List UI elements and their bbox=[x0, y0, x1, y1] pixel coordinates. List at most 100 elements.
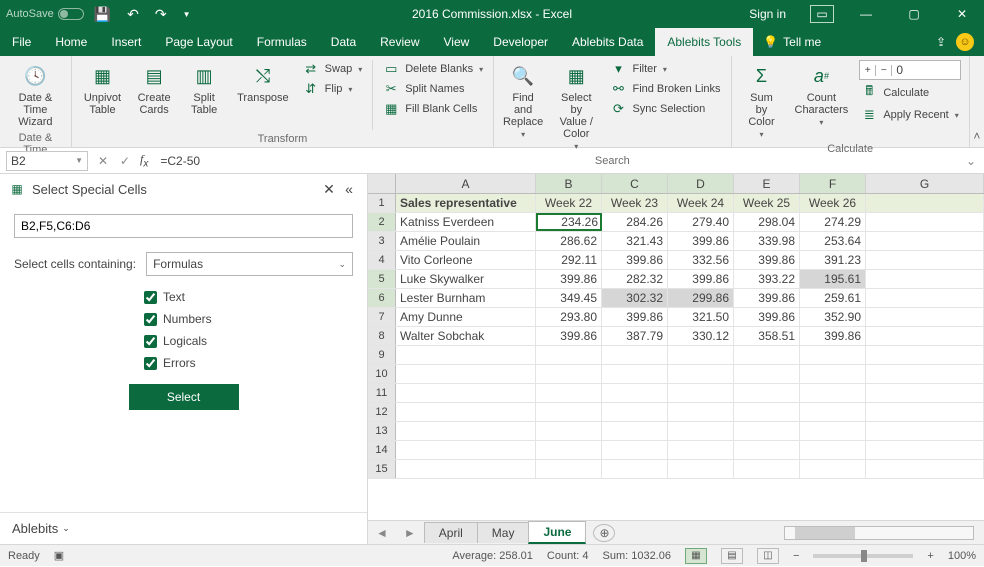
fx-icon[interactable]: fx bbox=[140, 152, 148, 169]
select-all-corner[interactable] bbox=[368, 174, 396, 193]
cell[interactable] bbox=[668, 403, 734, 421]
save-icon[interactable]: 💾 bbox=[88, 6, 117, 23]
sync-selection-button[interactable]: ⟳Sync Selection bbox=[608, 100, 722, 118]
close-button[interactable]: ✕ bbox=[940, 0, 984, 28]
view-page-layout-icon[interactable]: ▤ bbox=[721, 548, 743, 564]
split-table-button[interactable]: ▥Split Table bbox=[183, 60, 225, 118]
calculate-button[interactable]: 🖩Calculate bbox=[859, 84, 960, 102]
row-head[interactable]: 3 bbox=[368, 232, 396, 250]
cell[interactable]: 399.86 bbox=[734, 308, 800, 326]
sheet-nav-prev-icon[interactable]: ◄ bbox=[368, 526, 396, 540]
checkbox[interactable] bbox=[144, 291, 157, 304]
fill-blank-button[interactable]: ▦Fill Blank Cells bbox=[381, 100, 485, 118]
cell[interactable] bbox=[396, 365, 536, 383]
maximize-button[interactable]: ▢ bbox=[892, 0, 936, 28]
cell[interactable]: 302.32 bbox=[602, 289, 668, 307]
cell[interactable]: 399.86 bbox=[602, 251, 668, 269]
cell[interactable]: 399.86 bbox=[536, 270, 602, 288]
cell[interactable] bbox=[866, 327, 984, 345]
cell[interactable]: 292.11 bbox=[536, 251, 602, 269]
cell[interactable] bbox=[668, 441, 734, 459]
cell[interactable] bbox=[602, 422, 668, 440]
row-head[interactable]: 2 bbox=[368, 213, 396, 231]
collapse-ribbon-icon[interactable]: ˄ bbox=[970, 56, 984, 147]
containing-select[interactable]: Formulas ⌄ bbox=[146, 252, 353, 276]
cell[interactable] bbox=[800, 422, 866, 440]
cell[interactable]: 399.86 bbox=[800, 327, 866, 345]
cell[interactable]: Amélie Poulain bbox=[396, 232, 536, 250]
check-logicals[interactable]: Logicals bbox=[144, 334, 353, 348]
cell[interactable] bbox=[734, 365, 800, 383]
cell[interactable] bbox=[668, 460, 734, 478]
row-head[interactable]: 12 bbox=[368, 403, 396, 421]
horizontal-scrollbar[interactable] bbox=[784, 526, 974, 540]
task-pane-collapse-icon[interactable]: « bbox=[339, 181, 359, 197]
cell[interactable] bbox=[800, 365, 866, 383]
cell[interactable] bbox=[866, 270, 984, 288]
cell[interactable]: 393.22 bbox=[734, 270, 800, 288]
expand-formula-icon[interactable]: ⌄ bbox=[958, 154, 984, 168]
cell[interactable] bbox=[396, 441, 536, 459]
cell[interactable] bbox=[396, 422, 536, 440]
task-pane-footer[interactable]: Ablebits ⌄ bbox=[0, 512, 367, 544]
cell[interactable] bbox=[866, 460, 984, 478]
task-pane-close-icon[interactable]: ✕ bbox=[319, 181, 339, 198]
cell[interactable] bbox=[668, 422, 734, 440]
spreadsheet-grid[interactable]: A B C D E F G 1Sales representativeWeek … bbox=[368, 174, 984, 544]
cell[interactable] bbox=[734, 441, 800, 459]
cell[interactable] bbox=[866, 213, 984, 231]
row-head[interactable]: 11 bbox=[368, 384, 396, 402]
sheet-tab-june[interactable]: June bbox=[528, 521, 586, 544]
cell[interactable] bbox=[866, 251, 984, 269]
redo-icon[interactable]: ↷ bbox=[149, 6, 173, 23]
cell[interactable]: 259.61 bbox=[800, 289, 866, 307]
cell[interactable] bbox=[536, 403, 602, 421]
check-errors[interactable]: Errors bbox=[144, 356, 353, 370]
enter-formula-icon[interactable]: ✓ bbox=[114, 154, 136, 168]
col-head-e[interactable]: E bbox=[734, 174, 800, 193]
filter-button[interactable]: ▾Filter bbox=[608, 60, 722, 78]
col-head-b[interactable]: B bbox=[536, 174, 602, 193]
cell[interactable] bbox=[734, 384, 800, 402]
create-cards-button[interactable]: ▤Create Cards bbox=[133, 60, 175, 118]
checkbox[interactable] bbox=[144, 335, 157, 348]
row-head[interactable]: 7 bbox=[368, 308, 396, 326]
cell[interactable]: Week 24 bbox=[668, 194, 734, 212]
col-head-c[interactable]: C bbox=[602, 174, 668, 193]
cell[interactable]: 279.40 bbox=[668, 213, 734, 231]
cell[interactable]: 321.50 bbox=[668, 308, 734, 326]
macro-record-icon[interactable]: ▣ bbox=[54, 549, 64, 562]
swap-button[interactable]: ⇄Swap bbox=[301, 60, 365, 78]
cell[interactable]: 330.12 bbox=[668, 327, 734, 345]
col-head-a[interactable]: A bbox=[396, 174, 536, 193]
cell[interactable] bbox=[396, 346, 536, 364]
flip-button[interactable]: ⇵Flip bbox=[301, 80, 365, 98]
cell[interactable] bbox=[602, 384, 668, 402]
date-time-wizard-button[interactable]: 🕓 Date & Time Wizard bbox=[8, 60, 63, 130]
cell[interactable] bbox=[668, 384, 734, 402]
count-characters-button[interactable]: a#Count Characters bbox=[791, 60, 851, 129]
cell[interactable]: 195.61 bbox=[800, 270, 866, 288]
autosave-toggle[interactable]: AutoSave bbox=[6, 8, 84, 20]
cell[interactable] bbox=[800, 384, 866, 402]
checkbox[interactable] bbox=[144, 357, 157, 370]
row-head[interactable]: 15 bbox=[368, 460, 396, 478]
cell[interactable]: 284.26 bbox=[602, 213, 668, 231]
cell[interactable] bbox=[734, 346, 800, 364]
row-head[interactable]: 1 bbox=[368, 194, 396, 212]
feedback-icon[interactable]: ☺ bbox=[956, 33, 974, 51]
zoom-in-button[interactable]: + bbox=[927, 550, 933, 562]
cell[interactable]: 299.86 bbox=[668, 289, 734, 307]
row-head[interactable]: 4 bbox=[368, 251, 396, 269]
ribbon-options-icon[interactable]: ▭ bbox=[810, 5, 834, 23]
cell[interactable] bbox=[866, 384, 984, 402]
cell[interactable] bbox=[866, 232, 984, 250]
cell[interactable] bbox=[536, 422, 602, 440]
row-head[interactable]: 13 bbox=[368, 422, 396, 440]
cell[interactable]: Amy Dunne bbox=[396, 308, 536, 326]
cell[interactable] bbox=[866, 194, 984, 212]
split-names-button[interactable]: ✂Split Names bbox=[381, 80, 485, 98]
cell[interactable] bbox=[866, 422, 984, 440]
zoom-thumb[interactable] bbox=[861, 550, 867, 562]
cell[interactable] bbox=[536, 365, 602, 383]
